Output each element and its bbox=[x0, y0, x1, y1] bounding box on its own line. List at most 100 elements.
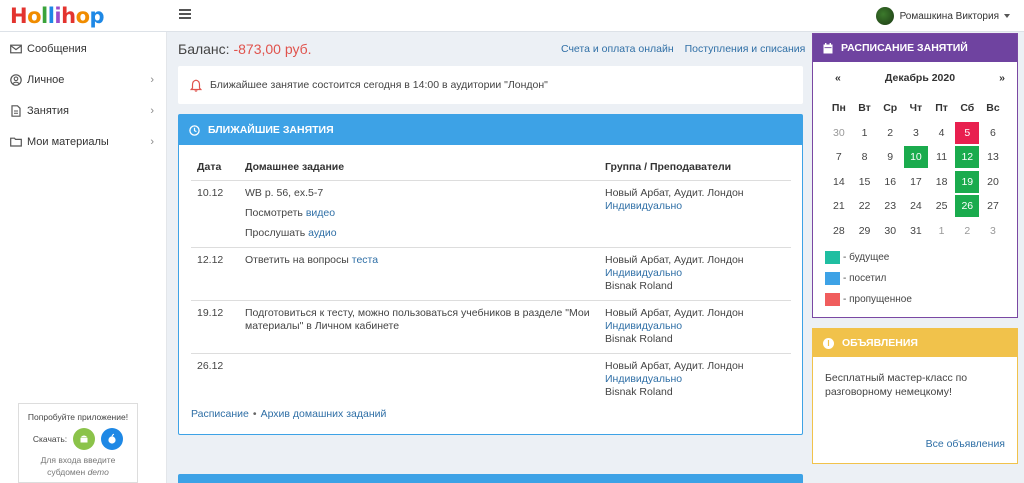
calendar-day[interactable]: 13 bbox=[980, 145, 1006, 170]
calendar-day[interactable]: 2 bbox=[877, 121, 903, 146]
logo-letter: l bbox=[41, 4, 48, 28]
sidebar-item-materials[interactable]: Мои материалы › bbox=[0, 126, 166, 157]
calendar-day[interactable]: 5 bbox=[954, 121, 980, 146]
calendar-day[interactable]: 17 bbox=[903, 170, 929, 195]
logo-letter: l bbox=[47, 4, 55, 28]
transactions-link[interactable]: Поступления и списания bbox=[685, 43, 806, 55]
calendar-day[interactable]: 16 bbox=[877, 170, 903, 195]
calendar-day[interactable]: 3 bbox=[903, 121, 929, 146]
alert-text: Ближайшее занятие состоится сегодня в 14… bbox=[210, 79, 548, 91]
audio-link[interactable]: аудио bbox=[308, 227, 336, 239]
upcoming-lessons-panel: Ближайшие занятия Дата Домашнее задание … bbox=[178, 114, 803, 435]
calendar-day[interactable]: 20 bbox=[980, 170, 1006, 195]
logo-letter: o bbox=[27, 4, 42, 28]
lesson-homework: WB p. 56, ex.5-7 Посмотреть видео Прослу… bbox=[239, 180, 599, 248]
calendar-day[interactable]: 9 bbox=[877, 145, 903, 170]
payments-online-link[interactable]: Счета и оплата онлайн bbox=[561, 43, 674, 55]
calendar-day[interactable]: 30 bbox=[826, 121, 852, 146]
calendar-day[interactable]: 14 bbox=[826, 170, 852, 195]
balance-value: -873,00 руб. bbox=[233, 41, 312, 57]
calendar-day[interactable]: 29 bbox=[852, 219, 878, 244]
calendar-day[interactable]: 22 bbox=[852, 194, 878, 219]
schedule-header: Расписание занятий bbox=[813, 34, 1017, 62]
calendar-day[interactable]: 25 bbox=[929, 194, 955, 219]
lesson-group: Новый Арбат, Аудит. Лондон Индивидуально… bbox=[599, 300, 791, 354]
video-link[interactable]: видео bbox=[306, 207, 335, 219]
calendar-day[interactable]: 19 bbox=[954, 170, 980, 195]
teacher-name: Bisnak Roland bbox=[605, 386, 673, 398]
calendar-day[interactable]: 24 bbox=[903, 194, 929, 219]
prev-month-button[interactable]: « bbox=[823, 72, 841, 84]
next-lesson-alert: Ближайшее занятие состоится сегодня в 14… bbox=[178, 66, 803, 104]
announcement-text: Бесплатный мастер-класс по разговорному … bbox=[825, 372, 968, 398]
apple-icon[interactable] bbox=[101, 428, 124, 450]
calendar-day[interactable]: 1 bbox=[852, 121, 878, 146]
calendar-day[interactable]: 15 bbox=[852, 170, 878, 195]
calendar-day[interactable]: 26 bbox=[954, 194, 980, 219]
teacher-name: Bisnak Roland bbox=[605, 333, 673, 345]
calendar-day[interactable]: 7 bbox=[826, 145, 852, 170]
hamburger-icon[interactable] bbox=[179, 9, 191, 19]
schedule-link[interactable]: Расписание bbox=[191, 408, 249, 420]
calendar-day[interactable]: 10 bbox=[903, 145, 929, 170]
schedule-title: Расписание занятий bbox=[841, 42, 968, 54]
lesson-homework: Подготовиться к тесту, можно пользоватьс… bbox=[239, 300, 599, 354]
announcements-widget: i Объявления Бесплатный мастер-класс по … bbox=[812, 328, 1018, 464]
user-menu[interactable]: Ромашкина Виктория bbox=[875, 6, 1010, 26]
table-row: 19.12 Подготовиться к тесту, можно польз… bbox=[191, 300, 791, 354]
calendar-day[interactable]: 11 bbox=[929, 145, 955, 170]
sidebar-item-messages[interactable]: Сообщения bbox=[0, 33, 166, 64]
next-month-button[interactable]: » bbox=[999, 72, 1009, 84]
lesson-group: Новый Арбат, Аудит. Лондон Индивидуально bbox=[599, 180, 791, 248]
folder-icon bbox=[10, 137, 22, 147]
lesson-type-link[interactable]: Индивидуально bbox=[605, 267, 785, 280]
calendar-day[interactable]: 18 bbox=[929, 170, 955, 195]
bell-icon bbox=[190, 79, 202, 92]
promo-hint: Для входа введите bbox=[40, 455, 116, 465]
sidebar: Сообщения Личное › Занятия › Мои материа… bbox=[0, 32, 167, 483]
legend-label: - посетил bbox=[843, 273, 887, 284]
calendar-day[interactable]: 3 bbox=[980, 219, 1006, 244]
calendar-grid: Пн Вт Ср Чт Пт Сб Вс 30 1 2 3 4 5 6 7 8 9 10 11 12 13 14 15 16 1… bbox=[826, 96, 1006, 243]
lesson-date: 19.12 bbox=[191, 300, 239, 354]
calendar-week: 30 1 2 3 4 5 6 bbox=[826, 121, 1006, 146]
all-announcements-link[interactable]: Все объявления bbox=[926, 438, 1005, 450]
calendar-day[interactable]: 1 bbox=[929, 219, 955, 244]
legend-item: - пропущенное bbox=[825, 289, 912, 310]
calendar-day[interactable]: 23 bbox=[877, 194, 903, 219]
android-icon[interactable] bbox=[73, 428, 96, 450]
column-header-date: Дата bbox=[191, 157, 239, 181]
test-link[interactable]: теста bbox=[352, 254, 378, 266]
separator: • bbox=[252, 408, 257, 420]
calendar-day[interactable]: 12 bbox=[954, 145, 980, 170]
sidebar-item-label: Занятия bbox=[27, 104, 69, 117]
calendar-week: 21 22 23 24 25 26 27 bbox=[826, 194, 1006, 219]
calendar-day[interactable]: 30 bbox=[877, 219, 903, 244]
teacher-name: Bisnak Roland bbox=[605, 280, 673, 292]
panel-header: Ближайшие занятия bbox=[179, 115, 802, 145]
legend-label: - пропущенное bbox=[843, 294, 912, 305]
sidebar-item-label: Личное bbox=[27, 73, 65, 86]
calendar-day[interactable]: 28 bbox=[826, 219, 852, 244]
lesson-type-link[interactable]: Индивидуально bbox=[605, 200, 785, 213]
calendar-day[interactable]: 8 bbox=[852, 145, 878, 170]
sidebar-item-lessons[interactable]: Занятия › bbox=[0, 95, 166, 126]
legend-item: - посетил bbox=[825, 268, 912, 289]
calendar-day[interactable]: 4 bbox=[929, 121, 955, 146]
lesson-type-link[interactable]: Индивидуально bbox=[605, 320, 785, 333]
calendar-day[interactable]: 21 bbox=[826, 194, 852, 219]
lesson-homework bbox=[239, 354, 599, 407]
calendar-day[interactable]: 27 bbox=[980, 194, 1006, 219]
calendar-week: 7 8 9 10 11 12 13 bbox=[826, 145, 1006, 170]
calendar-day[interactable]: 2 bbox=[954, 219, 980, 244]
app-logo[interactable]: Hollihop bbox=[10, 4, 105, 28]
lesson-type-link[interactable]: Индивидуально bbox=[605, 373, 785, 386]
download-label: Скачать: bbox=[32, 434, 68, 444]
calendar-icon bbox=[823, 42, 833, 53]
weekday-header: Пн bbox=[831, 102, 846, 115]
chevron-right-icon: › bbox=[150, 74, 154, 86]
calendar-day[interactable]: 31 bbox=[903, 219, 929, 244]
sidebar-item-personal[interactable]: Личное › bbox=[0, 64, 166, 95]
calendar-day[interactable]: 6 bbox=[980, 121, 1006, 146]
homework-archive-link[interactable]: Архив домашних заданий bbox=[261, 408, 387, 420]
